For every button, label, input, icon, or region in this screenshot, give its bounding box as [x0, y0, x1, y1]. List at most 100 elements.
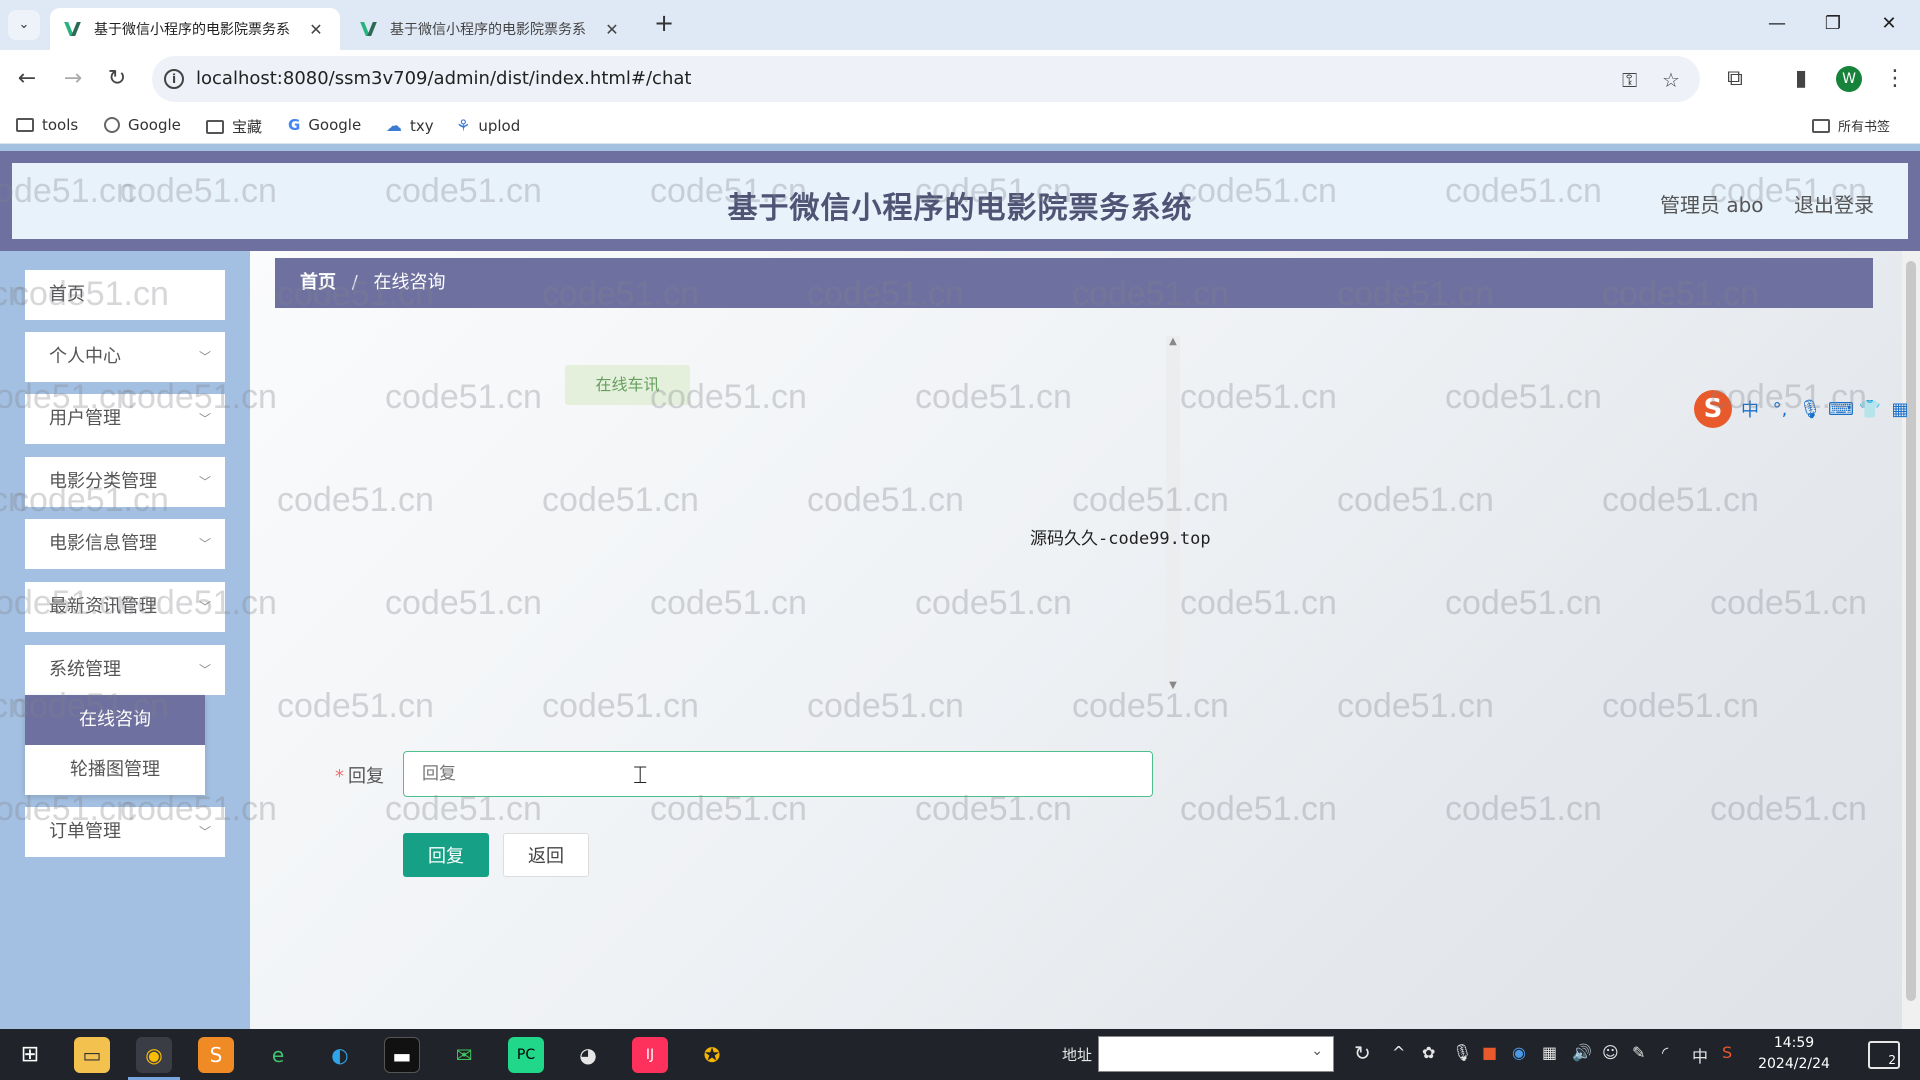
tray-record-icon[interactable]: ■	[1482, 1043, 1497, 1062]
tray-sogou-icon[interactable]: S	[1722, 1043, 1732, 1062]
header: 基于微信小程序的电影院票务系统 管理员 abo 退出登录	[12, 163, 1908, 239]
page-scrollbar[interactable]	[1902, 251, 1920, 1029]
browser-tab-inactive[interactable]: 基于微信小程序的电影院票务系 ✕	[346, 8, 636, 50]
tray-expand-icon[interactable]: ^	[1392, 1043, 1405, 1062]
wifi-icon[interactable]: ◜	[1662, 1043, 1668, 1062]
tab-close-icon[interactable]: ✕	[306, 20, 326, 39]
text-cursor-icon: ⌶	[633, 761, 648, 789]
chevron-down-icon: ﹀	[198, 663, 211, 677]
bookmark-label: 宝藏	[232, 118, 263, 136]
tab-search-button[interactable]: ⌄	[8, 10, 40, 40]
notification-center-icon[interactable]: 2	[1868, 1041, 1900, 1069]
bookmark-label: tools	[42, 116, 79, 134]
bookmarks-bar: tools Google 宝藏 G Google ☁ txy ⚘ uplod 所…	[0, 108, 1920, 144]
toolbox-icon[interactable]: ▦	[1888, 399, 1912, 420]
password-key-icon[interactable]: ⚿	[1622, 68, 1637, 92]
bookmark-google-1[interactable]: Google	[104, 116, 181, 134]
tray-qq-icon[interactable]: ☺	[1602, 1043, 1619, 1062]
browser-tab-active[interactable]: 基于微信小程序的电影院票务系 ✕	[50, 8, 340, 50]
submenu-item-online-consult[interactable]: 在线咨询	[25, 695, 205, 745]
back-arrow-icon[interactable]: ←	[12, 64, 42, 94]
ime-chinese-mode[interactable]: 中	[1738, 396, 1762, 422]
bookmark-label: Google	[308, 116, 362, 134]
edge-icon[interactable]: ◐	[322, 1037, 358, 1073]
network-app-icon[interactable]: ✪	[694, 1037, 730, 1073]
ime-punctuation[interactable]: °,	[1768, 399, 1792, 420]
all-bookmarks[interactable]: 所有书签	[1812, 116, 1890, 135]
chevron-down-icon[interactable]: ⌄	[1311, 1043, 1323, 1059]
tray-mic-icon[interactable]: 🎙	[1452, 1043, 1472, 1062]
reply-label: * 回复	[335, 762, 384, 788]
sidebar-item-movie-category[interactable]: 电影分类管理 ﹀	[25, 457, 225, 507]
bookmark-tools[interactable]: tools	[16, 116, 78, 134]
chat-scrollbar[interactable]: ▲ ▼	[1166, 336, 1180, 691]
skin-icon[interactable]: 👕	[1858, 399, 1882, 420]
bookmark-google-2[interactable]: G Google	[288, 116, 361, 134]
tab-close-icon[interactable]: ✕	[602, 20, 622, 39]
tray-input-icon[interactable]: ✎	[1632, 1043, 1645, 1062]
submenu-item-carousel[interactable]: 轮播图管理	[25, 745, 205, 795]
window-close-icon[interactable]: ✕	[1862, 8, 1916, 40]
windows-start-icon[interactable]: ⊞	[12, 1037, 48, 1073]
volume-icon[interactable]: 🔊	[1572, 1043, 1592, 1062]
extensions-icon[interactable]: ⧉	[1720, 64, 1750, 94]
reply-button[interactable]: 回复	[403, 833, 489, 877]
sidebar-item-orders[interactable]: 订单管理 ﹀	[25, 807, 225, 857]
system-clock[interactable]: 14:59 2024/2/24	[1754, 1033, 1834, 1075]
address-bar[interactable]: i localhost:8080/ssm3v709/admin/dist/ind…	[152, 56, 1700, 102]
sidebar-item-news[interactable]: 最新资讯管理 ﹀	[25, 582, 225, 632]
sidebar-item-label: 个人中心	[49, 346, 121, 367]
sidebar-item-movie-info[interactable]: 电影信息管理 ﹀	[25, 519, 225, 569]
share-icon: ⚘	[456, 116, 471, 135]
bookmark-star-icon[interactable]: ☆	[1662, 68, 1680, 92]
sidebar-item-label: 最新资讯管理	[49, 596, 157, 617]
sidebar-item-user-management[interactable]: 用户管理 ﹀	[25, 394, 225, 444]
breadcrumb-separator: /	[351, 272, 358, 293]
input-method-indicator[interactable]: 中	[1692, 1043, 1708, 1067]
chat-app-icon[interactable]: ◕	[570, 1037, 606, 1073]
bookmark-treasure[interactable]: 宝藏	[206, 116, 262, 137]
forward-arrow-icon[interactable]: →	[58, 64, 88, 94]
address-refresh-icon[interactable]: ↻	[1354, 1041, 1371, 1065]
sidebar-item-home[interactable]: 首页	[25, 270, 225, 320]
site-info-icon[interactable]: i	[164, 69, 184, 89]
new-tab-button[interactable]: +	[650, 10, 678, 38]
file-explorer-icon[interactable]: ▭	[74, 1037, 110, 1073]
profile-avatar[interactable]: W	[1836, 66, 1862, 92]
tray-browser-icon[interactable]: ◉	[1512, 1043, 1526, 1062]
terminal-icon[interactable]: ▬	[384, 1037, 420, 1073]
pycharm-icon[interactable]: PC	[508, 1037, 544, 1073]
bookmark-txy[interactable]: ☁ txy	[386, 116, 434, 135]
tray-grid-icon[interactable]: ▦	[1542, 1043, 1557, 1062]
vue-favicon-icon	[360, 20, 378, 38]
tab-title: 基于微信小程序的电影院票务系	[390, 22, 586, 38]
sidebar-item-personal-center[interactable]: 个人中心 ﹀	[25, 332, 225, 382]
scroll-down-icon[interactable]: ▼	[1166, 680, 1180, 691]
back-button[interactable]: 返回	[503, 833, 589, 877]
scroll-up-icon[interactable]: ▲	[1166, 336, 1180, 347]
keyboard-icon[interactable]: ⌨	[1828, 399, 1854, 420]
page-title: 基于微信小程序的电影院票务系统	[727, 191, 1193, 226]
tray-app-icon[interactable]: ✿	[1422, 1043, 1435, 1062]
reply-input[interactable]	[403, 751, 1153, 797]
breadcrumb-home[interactable]: 首页	[300, 272, 336, 293]
sidebar-item-system[interactable]: 系统管理 ﹀	[25, 645, 225, 695]
bookmark-uplod[interactable]: ⚘ uplod	[456, 116, 520, 135]
sogou-logo-icon[interactable]: S	[1694, 390, 1732, 428]
browser-360-icon[interactable]: e	[260, 1037, 296, 1073]
chat-history[interactable]: 在线车讯 ▲ ▼ 源码久久-code99.top	[405, 336, 1275, 691]
logout-link[interactable]: 退出登录	[1794, 189, 1874, 218]
sublime-icon[interactable]: S	[198, 1037, 234, 1073]
restore-icon[interactable]: ❐	[1806, 8, 1860, 40]
address-toolbar-input[interactable]: ⌄	[1098, 1036, 1334, 1072]
scrollbar-thumb[interactable]	[1906, 261, 1916, 1001]
chrome-icon[interactable]: ◉	[136, 1037, 172, 1073]
microphone-icon[interactable]: 🎙	[1798, 399, 1822, 420]
side-panel-icon[interactable]: ▮	[1786, 64, 1816, 94]
more-menu-icon[interactable]: ⋮	[1880, 64, 1910, 94]
minimize-icon[interactable]: —	[1750, 8, 1804, 40]
admin-page: 基于微信小程序的电影院票务系统 管理员 abo 退出登录 首页 个人中心 ﹀ 用…	[0, 144, 1920, 1029]
reload-icon[interactable]: ↻	[102, 64, 132, 94]
intellij-icon[interactable]: IJ	[632, 1037, 668, 1073]
wechat-icon[interactable]: ✉	[446, 1037, 482, 1073]
